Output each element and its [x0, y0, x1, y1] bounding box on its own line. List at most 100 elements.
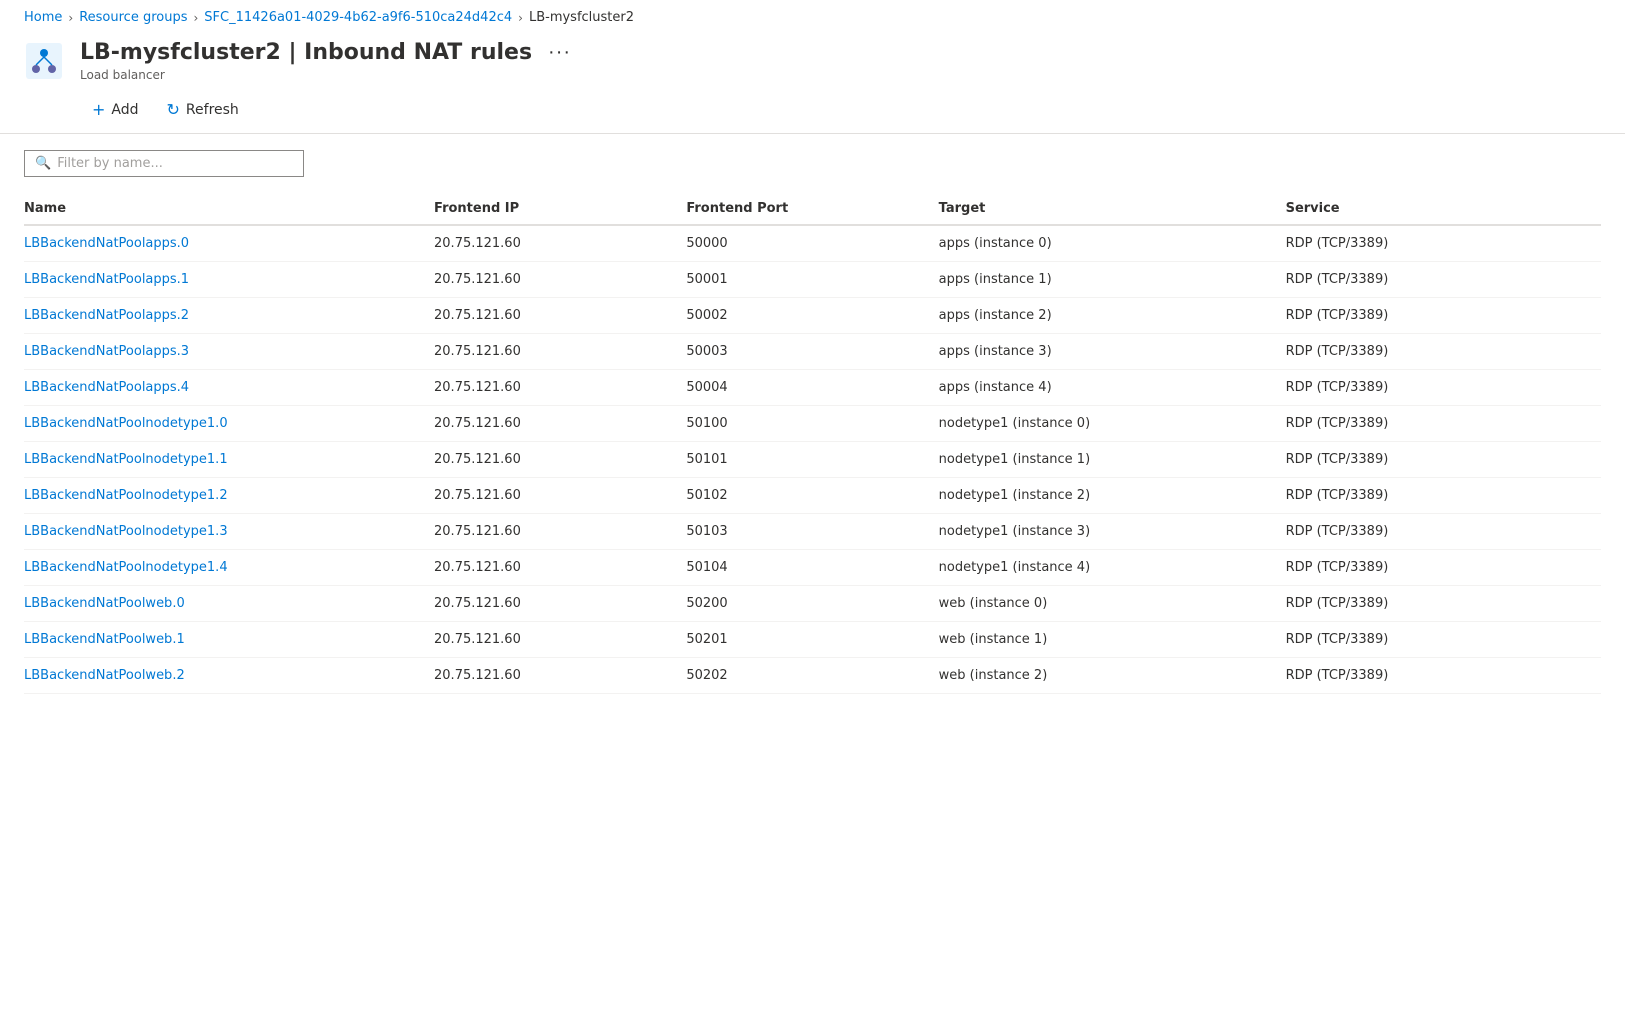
- breadcrumb-subscription[interactable]: SFC_11426a01-4029-4b62-a9f6-510ca24d42c4: [204, 10, 512, 25]
- content-area: 🔍 Name Frontend IP Frontend Port Target …: [0, 134, 1625, 710]
- row-service: RDP (TCP/3389): [1286, 262, 1601, 298]
- row-frontend-ip: 20.75.121.60: [434, 622, 686, 658]
- row-frontend-port: 50102: [686, 478, 938, 514]
- add-label: Add: [111, 102, 138, 118]
- row-target: nodetype1 (instance 2): [939, 478, 1286, 514]
- row-name-cell: LBBackendNatPoolapps.3: [24, 334, 434, 370]
- row-name-link[interactable]: LBBackendNatPoolapps.2: [24, 308, 189, 323]
- row-frontend-ip: 20.75.121.60: [434, 478, 686, 514]
- row-frontend-ip: 20.75.121.60: [434, 658, 686, 694]
- refresh-button[interactable]: ↻ Refresh: [155, 94, 251, 125]
- page-subtitle: Load balancer: [80, 68, 577, 82]
- table-header: Name Frontend IP Frontend Port Target Se…: [24, 193, 1601, 225]
- row-name-link[interactable]: LBBackendNatPoolweb.1: [24, 632, 185, 647]
- row-target: apps (instance 0): [939, 225, 1286, 262]
- page-header: LB-mysfcluster2 | Inbound NAT rules ··· …: [0, 31, 1625, 86]
- table-row: LBBackendNatPoolweb.0 20.75.121.60 50200…: [24, 586, 1601, 622]
- row-name-cell: LBBackendNatPoolnodetype1.2: [24, 478, 434, 514]
- breadcrumb-resource-groups[interactable]: Resource groups: [79, 10, 187, 25]
- lb-icon: [26, 43, 62, 79]
- row-target: nodetype1 (instance 4): [939, 550, 1286, 586]
- row-frontend-port: 50003: [686, 334, 938, 370]
- row-frontend-ip: 20.75.121.60: [434, 586, 686, 622]
- row-target: nodetype1 (instance 3): [939, 514, 1286, 550]
- row-name-cell: LBBackendNatPoolweb.0: [24, 586, 434, 622]
- filter-box: 🔍: [24, 150, 304, 177]
- row-frontend-port: 50200: [686, 586, 938, 622]
- more-options-button[interactable]: ···: [542, 39, 577, 66]
- add-icon: +: [92, 100, 105, 119]
- row-frontend-ip: 20.75.121.60: [434, 514, 686, 550]
- row-target: apps (instance 3): [939, 334, 1286, 370]
- row-service: RDP (TCP/3389): [1286, 442, 1601, 478]
- row-name-link[interactable]: LBBackendNatPoolapps.3: [24, 344, 189, 359]
- row-name-cell: LBBackendNatPoolweb.1: [24, 622, 434, 658]
- row-name-link[interactable]: LBBackendNatPoolnodetype1.4: [24, 560, 228, 575]
- row-name-link[interactable]: LBBackendNatPoolnodetype1.2: [24, 488, 228, 503]
- table-row: LBBackendNatPoolapps.3 20.75.121.60 5000…: [24, 334, 1601, 370]
- row-target: web (instance 0): [939, 586, 1286, 622]
- row-service: RDP (TCP/3389): [1286, 406, 1601, 442]
- table-body: LBBackendNatPoolapps.0 20.75.121.60 5000…: [24, 225, 1601, 694]
- table-row: LBBackendNatPoolapps.0 20.75.121.60 5000…: [24, 225, 1601, 262]
- row-name-cell: LBBackendNatPoolapps.4: [24, 370, 434, 406]
- row-service: RDP (TCP/3389): [1286, 586, 1601, 622]
- col-header-name: Name: [24, 193, 434, 225]
- row-target: nodetype1 (instance 1): [939, 442, 1286, 478]
- page-title: LB-mysfcluster2 | Inbound NAT rules ···: [80, 39, 577, 66]
- breadcrumb-sep-3: ›: [518, 11, 523, 25]
- nat-rules-table: Name Frontend IP Frontend Port Target Se…: [24, 193, 1601, 694]
- table-row: LBBackendNatPoolnodetype1.2 20.75.121.60…: [24, 478, 1601, 514]
- table-row: LBBackendNatPoolnodetype1.1 20.75.121.60…: [24, 442, 1601, 478]
- row-name-link[interactable]: LBBackendNatPoolnodetype1.0: [24, 416, 228, 431]
- toolbar: + Add ↻ Refresh: [0, 86, 1625, 125]
- row-service: RDP (TCP/3389): [1286, 658, 1601, 694]
- filter-input[interactable]: [57, 156, 293, 171]
- row-target: web (instance 2): [939, 658, 1286, 694]
- row-service: RDP (TCP/3389): [1286, 298, 1601, 334]
- table-row: LBBackendNatPoolweb.2 20.75.121.60 50202…: [24, 658, 1601, 694]
- row-frontend-ip: 20.75.121.60: [434, 370, 686, 406]
- row-service: RDP (TCP/3389): [1286, 370, 1601, 406]
- row-name-link[interactable]: LBBackendNatPoolweb.0: [24, 596, 185, 611]
- row-frontend-port: 50002: [686, 298, 938, 334]
- row-name-link[interactable]: LBBackendNatPoolnodetype1.3: [24, 524, 228, 539]
- table-row: LBBackendNatPoolweb.1 20.75.121.60 50201…: [24, 622, 1601, 658]
- breadcrumb-sep-2: ›: [193, 11, 198, 25]
- row-service: RDP (TCP/3389): [1286, 225, 1601, 262]
- row-service: RDP (TCP/3389): [1286, 514, 1601, 550]
- refresh-icon: ↻: [167, 100, 180, 119]
- row-frontend-port: 50000: [686, 225, 938, 262]
- breadcrumb-current: LB-mysfcluster2: [529, 10, 634, 25]
- breadcrumb-home[interactable]: Home: [24, 10, 62, 25]
- add-button[interactable]: + Add: [80, 94, 151, 125]
- row-target: apps (instance 4): [939, 370, 1286, 406]
- row-target: apps (instance 2): [939, 298, 1286, 334]
- row-frontend-port: 50004: [686, 370, 938, 406]
- row-frontend-port: 50001: [686, 262, 938, 298]
- page-title-text: LB-mysfcluster2 | Inbound NAT rules: [80, 40, 532, 65]
- row-service: RDP (TCP/3389): [1286, 334, 1601, 370]
- row-service: RDP (TCP/3389): [1286, 478, 1601, 514]
- row-frontend-port: 50103: [686, 514, 938, 550]
- row-name-cell: LBBackendNatPoolnodetype1.0: [24, 406, 434, 442]
- table-row: LBBackendNatPoolapps.1 20.75.121.60 5000…: [24, 262, 1601, 298]
- row-name-cell: LBBackendNatPoolapps.0: [24, 225, 434, 262]
- row-name-cell: LBBackendNatPoolnodetype1.4: [24, 550, 434, 586]
- col-header-service: Service: [1286, 193, 1601, 225]
- filter-search-icon: 🔍: [35, 156, 51, 171]
- row-name-link[interactable]: LBBackendNatPoolweb.2: [24, 668, 185, 683]
- row-frontend-ip: 20.75.121.60: [434, 298, 686, 334]
- table-row: LBBackendNatPoolapps.4 20.75.121.60 5000…: [24, 370, 1601, 406]
- col-header-frontend-port: Frontend Port: [686, 193, 938, 225]
- row-name-link[interactable]: LBBackendNatPoolnodetype1.1: [24, 452, 228, 467]
- page-title-block: LB-mysfcluster2 | Inbound NAT rules ··· …: [80, 39, 577, 82]
- row-name-link[interactable]: LBBackendNatPoolapps.1: [24, 272, 189, 287]
- row-frontend-port: 50104: [686, 550, 938, 586]
- row-name-link[interactable]: LBBackendNatPoolapps.4: [24, 380, 189, 395]
- row-target: nodetype1 (instance 0): [939, 406, 1286, 442]
- resource-icon: [24, 41, 64, 81]
- row-name-link[interactable]: LBBackendNatPoolapps.0: [24, 236, 189, 251]
- row-frontend-ip: 20.75.121.60: [434, 334, 686, 370]
- row-frontend-ip: 20.75.121.60: [434, 406, 686, 442]
